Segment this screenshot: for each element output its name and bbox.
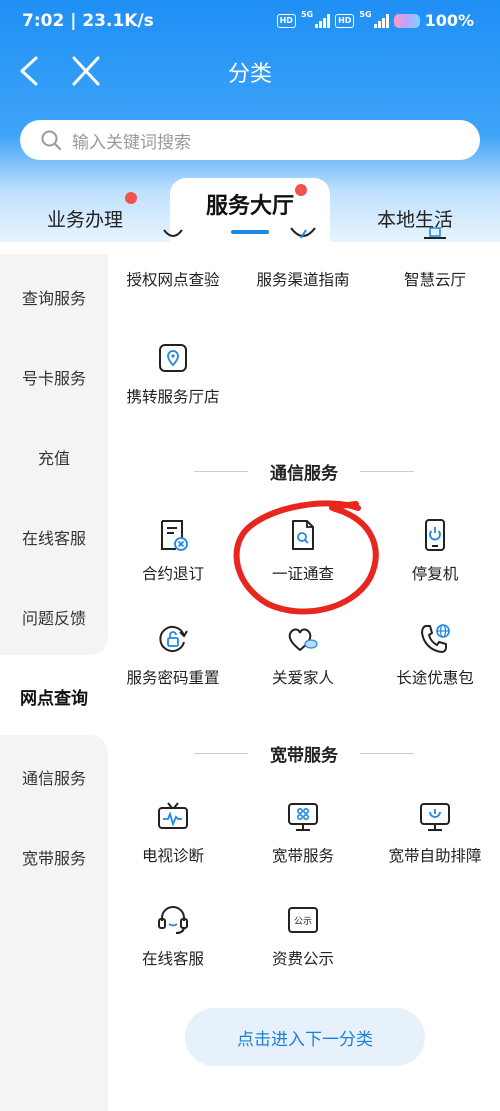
battery-level: 100% [424,11,474,30]
network-type: 5G [359,10,372,19]
divider [360,470,414,472]
service-label: 一证通查 [271,565,334,583]
service-label: 服务渠道指南 [256,271,350,289]
notification-dot [295,184,307,196]
sidebar-item-recharge[interactable]: 充值 [0,445,108,469]
service-care-family[interactable]: 关爱家人 [238,622,368,688]
service-label: 授权网点查验 [126,271,220,289]
section-header-broadband: 宽带服务 [108,741,500,766]
service-label: 合约退订 [141,565,204,583]
id-check-icon [292,520,314,550]
sidebar-item-communication[interactable]: 通信服务 [0,765,108,789]
compass-icon [290,227,316,239]
password-reset-icon [159,626,188,652]
contract-cancel-icon [161,520,188,551]
service-suspend-resume[interactable]: 停复机 [370,518,500,584]
battery-icon [393,13,420,28]
divider [194,470,248,472]
notification-dot [125,192,137,204]
sidebar-item-feedback[interactable]: 问题反馈 [0,605,108,629]
family-heart-icon [288,628,318,652]
status-icons: HD 5G HD 5G 100% [276,10,474,30]
service-channel-guide[interactable]: 服务渠道指南 [238,224,368,290]
sidebar-item-online-service[interactable]: 在线客服 [0,525,108,549]
broadband-service-icon [288,803,318,831]
service-contract-cancel[interactable]: 合约退订 [108,518,238,584]
next-category-button[interactable]: 点击进入下一分类 [185,1008,425,1066]
service-label: 服务密码重置 [126,669,220,687]
broadband-repair-icon [420,803,450,831]
sidebar-group [0,735,108,1111]
status-time: 7:02 | 23.1K/s [22,11,154,31]
cloud-hall-icon [424,227,446,239]
divider [194,752,248,754]
service-label: 停复机 [411,565,459,583]
service-tariff-notice[interactable]: 公示 资费公示 [238,903,368,969]
service-label: 在线客服 [141,950,204,968]
service-label: 智慧云厅 [403,271,466,289]
service-tv-diagnosis[interactable]: 电视诊断 [108,800,238,866]
service-long-distance[interactable]: 长途优惠包 [370,622,500,688]
page-title: 分类 [227,62,272,87]
sidebar-item-query[interactable]: 查询服务 [0,285,108,309]
service-broadband[interactable]: 宽带服务 [238,800,368,866]
service-transfer-store[interactable]: 携转服务厅店 [108,341,238,407]
search-icon [41,130,61,150]
category-sidebar: 查询服务 号卡服务 充值 在线客服 问题反馈 网点查询 通信服务 宽带服务 [0,242,108,1111]
service-smart-hall[interactable]: 智慧云厅 [370,224,500,290]
service-broadband-self-repair[interactable]: 宽带自助排障 [370,800,500,866]
service-grid: 授权网点查验 服务渠道指南 智慧云厅 携转服务厅店 通信服务 合约退订 一证通查… [108,227,500,1111]
service-online-support[interactable]: 在线客服 [108,903,238,969]
tab-label: 服务大厅 [205,194,294,219]
service-id-check[interactable]: 一证通查 [238,518,368,584]
outlet-check-icon [163,229,183,237]
tv-diagnosis-icon [158,802,188,829]
service-label: 宽带服务 [271,847,334,865]
tariff-icon-text: 公示 [294,916,312,927]
network-type: 5G [300,10,314,19]
status-bar: 7:02 | 23.1K/s HD 5G HD 5G 100% [0,0,500,44]
service-label: 关爱家人 [271,669,334,687]
section-title: 宽带服务 [270,745,338,766]
search-placeholder: 输入关键词搜索 [72,132,191,153]
long-distance-icon [421,624,450,653]
signal-icon [315,13,331,28]
service-label: 资费公示 [271,950,334,968]
phone-power-icon [425,519,445,551]
service-label: 电视诊断 [141,847,204,865]
tariff-notice-icon: 公示 [288,907,318,933]
divider [360,752,414,754]
hd-badge: HD [335,13,355,28]
section-title: 通信服务 [270,463,338,484]
sidebar-item-broadband[interactable]: 宽带服务 [0,845,108,869]
nav-bar: 分类 [0,44,500,98]
headset-icon [158,906,188,934]
sidebar-item-outlet-query[interactable]: 网点查询 [0,684,108,709]
sidebar-item-card[interactable]: 号卡服务 [0,365,108,389]
hd-badge: HD [276,13,296,28]
section-header-communication: 通信服务 [108,459,500,484]
service-password-reset[interactable]: 服务密码重置 [108,622,238,688]
signal-icon [373,13,389,28]
service-label: 长途优惠包 [396,669,474,687]
search-input[interactable]: 输入关键词搜索 [20,120,480,160]
service-label: 携转服务厅店 [126,388,220,406]
service-outlet-check[interactable]: 授权网点查验 [108,224,238,290]
location-store-icon [159,344,187,372]
service-label: 宽带自助排障 [388,847,482,865]
